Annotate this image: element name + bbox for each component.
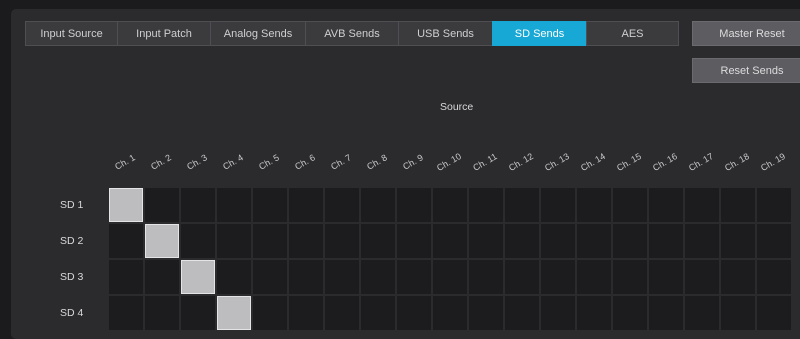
routing-cell[interactable]: [145, 260, 179, 294]
row-label: SD 4: [60, 307, 84, 319]
routing-cell[interactable]: [577, 260, 611, 294]
routing-cell[interactable]: [541, 296, 575, 330]
routing-cell[interactable]: [433, 260, 467, 294]
routing-cell[interactable]: [289, 296, 323, 330]
routing-cell[interactable]: [469, 260, 503, 294]
routing-cell[interactable]: [181, 296, 215, 330]
routing-cell[interactable]: [181, 188, 215, 222]
routing-cell[interactable]: [757, 260, 791, 294]
routing-cell-active[interactable]: [217, 296, 251, 330]
routing-cell[interactable]: [613, 224, 647, 258]
routing-cell[interactable]: [289, 224, 323, 258]
tab-sd-sends[interactable]: SD Sends: [492, 21, 587, 46]
tab-usb-sends[interactable]: USB Sends: [398, 21, 493, 46]
routing-cell[interactable]: [109, 260, 143, 294]
routing-cell-active[interactable]: [109, 188, 143, 222]
routing-cell[interactable]: [541, 188, 575, 222]
routing-cell[interactable]: [649, 224, 683, 258]
routing-cell[interactable]: [289, 188, 323, 222]
tab-avb-sends[interactable]: AVB Sends: [305, 21, 399, 46]
routing-cell-active[interactable]: [181, 260, 215, 294]
routing-cell[interactable]: [361, 224, 395, 258]
routing-cell[interactable]: [253, 260, 287, 294]
routing-cell[interactable]: [109, 296, 143, 330]
routing-cell[interactable]: [577, 188, 611, 222]
routing-cell[interactable]: [649, 296, 683, 330]
row-label: SD 2: [60, 235, 84, 247]
routing-cell[interactable]: [685, 260, 719, 294]
routing-cell[interactable]: [325, 224, 359, 258]
routing-cell[interactable]: [397, 260, 431, 294]
routing-cell[interactable]: [145, 296, 179, 330]
routing-cell[interactable]: [253, 188, 287, 222]
routing-cell[interactable]: [325, 188, 359, 222]
routing-cell[interactable]: [109, 224, 143, 258]
routing-cell[interactable]: [577, 296, 611, 330]
routing-cell[interactable]: [181, 224, 215, 258]
routing-cell[interactable]: [397, 296, 431, 330]
routing-cell[interactable]: [469, 224, 503, 258]
routing-cell[interactable]: [361, 296, 395, 330]
routing-cell[interactable]: [649, 188, 683, 222]
routing-cell[interactable]: [433, 188, 467, 222]
routing-cell[interactable]: [217, 260, 251, 294]
reset-sends-button[interactable]: Reset Sends: [692, 58, 800, 83]
routing-cell[interactable]: [541, 224, 575, 258]
routing-cell[interactable]: [721, 260, 755, 294]
routing-cell[interactable]: [361, 260, 395, 294]
routing-cell[interactable]: [613, 188, 647, 222]
source-axis-title: Source: [440, 101, 474, 113]
tab-input-source[interactable]: Input Source: [25, 21, 118, 46]
routing-cell[interactable]: [757, 188, 791, 222]
routing-cell[interactable]: [325, 260, 359, 294]
routing-cell[interactable]: [505, 260, 539, 294]
tab-aes[interactable]: AES: [586, 21, 679, 46]
routing-cell[interactable]: [685, 224, 719, 258]
routing-cell[interactable]: [145, 188, 179, 222]
routing-cell[interactable]: [613, 260, 647, 294]
routing-cell[interactable]: [757, 224, 791, 258]
routing-cell[interactable]: [613, 296, 647, 330]
routing-cell[interactable]: [721, 224, 755, 258]
routing-cell[interactable]: [289, 260, 323, 294]
routing-cell[interactable]: [217, 224, 251, 258]
routing-cell[interactable]: [397, 188, 431, 222]
routing-cell[interactable]: [541, 260, 575, 294]
routing-cell[interactable]: [757, 296, 791, 330]
routing-cell[interactable]: [253, 224, 287, 258]
routing-cell[interactable]: [433, 224, 467, 258]
routing-cell[interactable]: [253, 296, 287, 330]
routing-cell[interactable]: [217, 188, 251, 222]
routing-cell[interactable]: [685, 188, 719, 222]
routing-cell-active[interactable]: [145, 224, 179, 258]
routing-cell[interactable]: [577, 224, 611, 258]
routing-cell[interactable]: [505, 296, 539, 330]
row-label: SD 3: [60, 271, 84, 283]
master-reset-button[interactable]: Master Reset: [692, 21, 800, 46]
routing-cell[interactable]: [397, 224, 431, 258]
tab-analog-sends[interactable]: Analog Sends: [210, 21, 306, 46]
routing-cell[interactable]: [649, 260, 683, 294]
routing-cell[interactable]: [685, 296, 719, 330]
routing-cell[interactable]: [433, 296, 467, 330]
routing-cell[interactable]: [469, 296, 503, 330]
routing-cell[interactable]: [721, 188, 755, 222]
routing-cell[interactable]: [505, 188, 539, 222]
routing-cell[interactable]: [505, 224, 539, 258]
routing-cell[interactable]: [361, 188, 395, 222]
tab-input-patch[interactable]: Input Patch: [117, 21, 211, 46]
row-label: SD 1: [60, 199, 84, 211]
routing-cell[interactable]: [469, 188, 503, 222]
routing-cell[interactable]: [325, 296, 359, 330]
routing-cell[interactable]: [721, 296, 755, 330]
